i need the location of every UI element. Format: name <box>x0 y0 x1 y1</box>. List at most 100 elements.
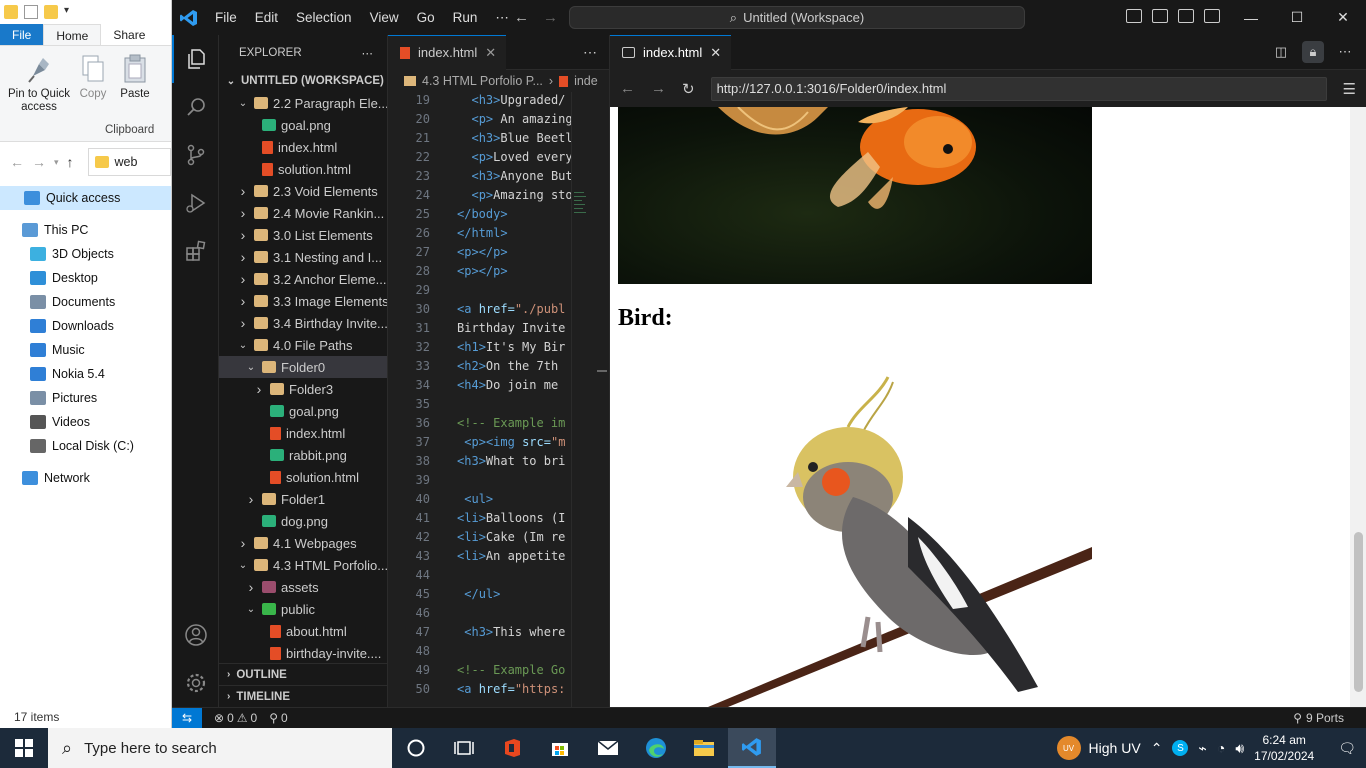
go-back-icon[interactable]: ← <box>514 9 529 26</box>
menu-go[interactable]: Go <box>408 10 444 25</box>
tree-file[interactable]: index.html <box>219 422 387 444</box>
command-center[interactable]: ⌕ Untitled (Workspace) <box>569 6 1025 29</box>
tree-file[interactable]: solution.html <box>219 158 387 180</box>
menu-selection[interactable]: Selection <box>287 10 361 25</box>
tree-folder[interactable]: › 4.1 Webpages <box>219 532 387 554</box>
run-debug-icon[interactable] <box>172 179 219 227</box>
tree-folder[interactable]: › 2.3 Void Elements <box>219 180 387 202</box>
nav-item[interactable]: Music <box>0 338 171 362</box>
tab-index-html[interactable]: index.html ✕ <box>388 35 507 70</box>
go-forward-icon[interactable]: → <box>543 9 558 26</box>
wifi-icon[interactable]: ◔ <box>1217 740 1225 756</box>
page-scrollbar[interactable] <box>1350 107 1366 707</box>
minimize-icon[interactable]: — <box>1228 0 1274 35</box>
toggle-secondary-sidebar-icon[interactable] <box>1178 9 1194 23</box>
tree-folder[interactable]: › 2.4 Movie Rankin... <box>219 202 387 224</box>
menu-edit[interactable]: Edit <box>246 10 287 25</box>
clock[interactable]: 6:24 am 17/02/2024 <box>1254 732 1314 764</box>
paste-button[interactable]: Paste <box>116 54 154 101</box>
tree-file[interactable]: rabbit.png <box>219 444 387 466</box>
split-editor-icon[interactable]: ◫ <box>1270 41 1292 63</box>
nav-item[interactable]: Documents <box>0 290 171 314</box>
tab-home[interactable]: Home <box>43 24 102 45</box>
nav-item[interactable]: Videos <box>0 410 171 434</box>
customize-layout-icon[interactable] <box>1204 9 1220 23</box>
account-icon[interactable] <box>172 611 219 659</box>
back-arrow-icon[interactable]: ← <box>10 154 24 170</box>
tree-file[interactable]: index.html <box>219 136 387 158</box>
edge-icon[interactable] <box>632 728 680 768</box>
back-arrow-icon[interactable]: ← <box>620 80 635 97</box>
remote-icon[interactable]: ⇆ <box>172 707 202 729</box>
extensions-icon[interactable] <box>172 227 219 275</box>
tree-folder[interactable]: › 3.0 List Elements <box>219 224 387 246</box>
folder-icon[interactable] <box>4 5 18 19</box>
cortana-icon[interactable] <box>392 728 440 768</box>
pin-to-quick-access-button[interactable]: Pin to Quick access <box>6 54 72 114</box>
outline-section[interactable]: › OUTLINE <box>219 663 387 685</box>
network-icon[interactable]: ⌁ <box>1198 740 1206 757</box>
forward-arrow-icon[interactable]: → <box>32 154 46 170</box>
chevron-up-icon[interactable]: ⌃ <box>1151 740 1163 757</box>
nav-item[interactable]: Pictures <box>0 386 171 410</box>
close-icon[interactable]: ✕ <box>710 45 721 61</box>
tree-folder[interactable]: › 3.3 Image Elements <box>219 290 387 312</box>
more-actions-icon[interactable]: ⋯ <box>362 46 374 60</box>
nav-item[interactable]: This PC <box>0 218 171 242</box>
nav-item[interactable]: 3D Objects <box>0 242 171 266</box>
nav-item[interactable]: Nokia 5.4 <box>0 362 171 386</box>
tree-file[interactable]: goal.png <box>219 400 387 422</box>
office-icon[interactable] <box>488 728 536 768</box>
mail-icon[interactable] <box>584 728 632 768</box>
notifications-icon[interactable]: 🗨︎ <box>1338 740 1356 757</box>
forward-arrow-icon[interactable]: → <box>651 80 666 97</box>
close-icon[interactable]: ✕ <box>485 45 496 61</box>
new-folder-icon[interactable] <box>44 5 58 19</box>
breadcrumb-folder[interactable]: 4.3 HTML Porfolio P... <box>422 74 543 88</box>
tab-file[interactable]: File <box>0 24 44 45</box>
source-control-icon[interactable] <box>172 131 219 179</box>
taskbar-search[interactable]: ⌕ Type here to search <box>48 728 392 768</box>
minimap[interactable] <box>571 92 589 707</box>
windows-start-icon[interactable] <box>0 728 48 768</box>
nav-item[interactable]: Desktop <box>0 266 171 290</box>
file-explorer-icon[interactable] <box>680 728 728 768</box>
copy-button[interactable]: Copy <box>76 54 110 101</box>
tree-folder[interactable]: ⌄ 2.2 Paragraph Ele... <box>219 92 387 114</box>
vscode-taskbar-icon[interactable] <box>728 728 776 768</box>
tree-file[interactable]: dog.png <box>219 510 387 532</box>
nav-item[interactable]: Downloads <box>0 314 171 338</box>
breadcrumb-file[interactable]: inde <box>574 74 598 88</box>
nav-item[interactable]: Quick access <box>0 186 171 210</box>
nav-item[interactable]: Local Disk (C:) <box>0 434 171 458</box>
tab-share[interactable]: Share <box>101 24 157 45</box>
menu-view[interactable]: View <box>361 10 408 25</box>
forwarded-ports[interactable]: ⚲ 9 Ports <box>1293 711 1366 725</box>
address-path[interactable]: web <box>87 148 171 176</box>
tree-folder[interactable]: › assets <box>219 576 387 598</box>
weather-widget[interactable]: UV High UV <box>1056 736 1141 760</box>
timeline-section[interactable]: › TIMELINE <box>219 685 387 707</box>
explorer-icon[interactable] <box>172 35 219 83</box>
menu-icon[interactable]: ☰ <box>1343 80 1356 98</box>
chevron-down-icon[interactable]: ▾ <box>54 157 59 168</box>
tree-folder[interactable]: › Folder3 <box>219 378 387 400</box>
tree-folder[interactable]: ⌄ public <box>219 598 387 620</box>
tree-folder[interactable]: ⌄ Folder0 <box>219 356 387 378</box>
skype-icon[interactable]: S <box>1172 740 1189 756</box>
url-input[interactable]: http://127.0.0.1:3016/Folder0/index.html <box>710 76 1327 101</box>
customize-toolbar-icon[interactable]: ▾ <box>64 5 78 19</box>
page-scrollbar-thumb[interactable] <box>1354 532 1363 692</box>
toggle-primary-sidebar-icon[interactable] <box>1126 9 1142 23</box>
menu-file[interactable]: File <box>206 10 246 25</box>
tree-file[interactable]: solution.html <box>219 466 387 488</box>
more-actions-icon[interactable]: ⋯ <box>583 44 597 61</box>
search-icon[interactable] <box>172 83 219 131</box>
tree-folder[interactable]: › 3.4 Birthday Invite... <box>219 312 387 334</box>
reload-icon[interactable]: ↻ <box>682 80 695 98</box>
up-arrow-icon[interactable]: ↑ <box>67 154 74 170</box>
tree-file[interactable]: goal.png <box>219 114 387 136</box>
manage-gear-icon[interactable] <box>172 659 219 707</box>
more-actions-icon[interactable]: ⋯ <box>1334 41 1356 63</box>
volume-icon[interactable]: 🔊︎ <box>1235 740 1244 757</box>
